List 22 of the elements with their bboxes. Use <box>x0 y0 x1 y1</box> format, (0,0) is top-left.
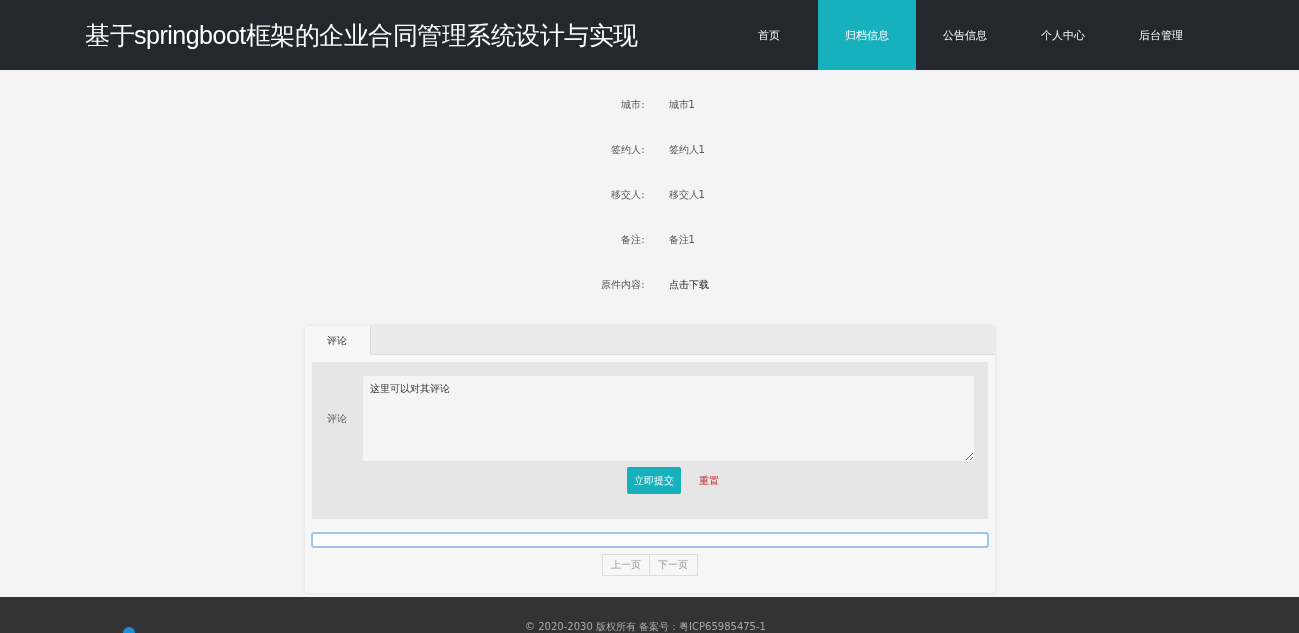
comment-input[interactable]: 这里可以对其评论 <box>362 376 974 461</box>
field-label: 城市: <box>620 98 645 112</box>
comment-label: 评论 <box>326 411 348 426</box>
nav-tab[interactable]: 后台管理 <box>1112 0 1210 70</box>
field-label: 移交人: <box>610 188 645 202</box>
nav-tab[interactable]: 公告信息 <box>916 0 1014 70</box>
field-label: 备注: <box>620 233 645 247</box>
field-value: 城市1 <box>668 98 695 112</box>
reset-button[interactable]: 重置 <box>694 467 723 494</box>
field-value: 签约人1 <box>668 143 705 157</box>
logo-icon <box>123 627 135 633</box>
field-label: 签约人: <box>610 143 645 157</box>
nav-tab[interactable]: 首页 <box>720 0 818 70</box>
comment-tab[interactable]: 评论 <box>304 326 371 355</box>
comment-list-box[interactable] <box>310 532 989 548</box>
copyright-text: © 2020-2030 版权所有 备案号：粤ICP65985475-1 <box>525 621 766 633</box>
field-value: 备注1 <box>668 233 695 247</box>
site-title: 基于springboot框架的企业合同管理系统设计与实现 <box>85 19 639 51</box>
field-label: 原件内容: <box>600 278 645 292</box>
field-value: 移交人1 <box>668 188 705 202</box>
nav-tab[interactable]: 个人中心 <box>1014 0 1112 70</box>
download-link[interactable]: 点击下载 <box>668 278 709 292</box>
